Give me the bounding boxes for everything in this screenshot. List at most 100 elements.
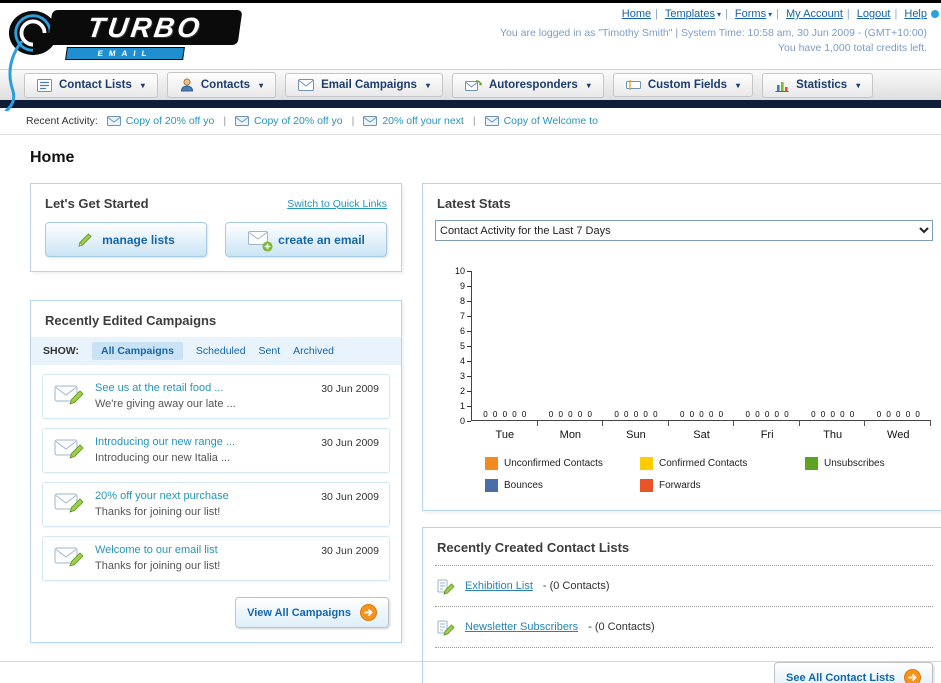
legend-swatch [485, 457, 498, 470]
recent-activity-label: Recent Activity: [26, 115, 98, 127]
y-axis-tick-label: 6 [460, 326, 471, 336]
get-started-title: Let's Get Started [45, 196, 149, 211]
campaign-list-item[interactable]: Welcome to our email list Thanks for joi… [42, 536, 390, 581]
edit-list-icon [437, 579, 455, 595]
logo-title: TURBO [85, 12, 205, 43]
top-link-my-account[interactable]: My Account [786, 8, 843, 20]
plus-icon [262, 240, 273, 252]
nav-tab-email-campaigns[interactable]: Email Campaigns ▾ [285, 73, 443, 97]
nav-tab-custom-fields[interactable]: Custom Fields ▾ [612, 73, 754, 97]
nav-tab-label: Custom Fields [647, 79, 728, 91]
campaign-title-link[interactable]: See us at the retail food ... [95, 382, 236, 394]
recent-activity-link[interactable]: Copy of Welcome to [504, 115, 598, 127]
nav-tab-contact-lists[interactable]: Contact Lists ▾ [24, 72, 158, 98]
contact-list-link[interactable]: Exhibition List [465, 580, 533, 592]
y-axis-tick-label: 7 [460, 311, 471, 321]
tab-archived[interactable]: Archived [293, 345, 334, 357]
edit-email-icon [54, 547, 84, 567]
right-column: Latest Stats Contact Activity for the La… [422, 183, 941, 683]
chart-day-group: 0 0 0 0 0 Tue [472, 271, 538, 441]
contact-list-item[interactable]: Newsletter Subscribers - (0 Contacts) [435, 607, 933, 648]
chevron-down-icon: ▾ [736, 80, 741, 90]
recent-activity-item[interactable]: Copy of 20% off yo [106, 115, 215, 127]
see-all-contact-lists-button[interactable]: See All Contact Lists [773, 662, 933, 683]
chart-plot-area: 0 0 0 0 0 Tue 0 0 0 0 0 Mon 0 0 0 0 0 Sun 0 0 … [471, 271, 931, 441]
nav-tab-label: Contact Lists [59, 79, 132, 91]
recent-activity-item[interactable]: Copy of 20% off yo [235, 115, 343, 127]
legend-item: Forwards [640, 479, 805, 492]
stats-filter-select[interactable]: Contact Activity for the Last 7 Days [435, 220, 933, 241]
contact-lists-panel-title: Recently Created Contact Lists [435, 528, 933, 566]
statistics-icon [775, 81, 789, 92]
recent-activity-link[interactable]: 20% off your next [382, 115, 464, 127]
recent-activity-item[interactable]: Copy of Welcome to [484, 115, 598, 127]
chart-legend: Unconfirmed Contacts Confirmed Contacts Un… [485, 457, 941, 492]
envelope-icon [235, 116, 250, 126]
recent-activity-link[interactable]: Copy of 20% off yo [254, 115, 343, 127]
custom-fields-icon [625, 80, 641, 90]
tab-scheduled[interactable]: Scheduled [196, 345, 246, 357]
edit-list-icon [437, 620, 455, 636]
x-axis-label: Tue [495, 429, 515, 441]
recent-activity-link[interactable]: Copy of 20% off yo [126, 115, 215, 127]
campaign-date: 30 Jun 2009 [321, 491, 379, 503]
legend-swatch [640, 479, 653, 492]
legend-label: Unsubscribes [824, 458, 885, 469]
app-window: TURBO EMAIL Home | Templates ▾ | Forms ▾ | My… [0, 0, 941, 683]
chevron-down-icon: ▾ [425, 80, 430, 90]
campaign-title-link[interactable]: 20% off your next purchase [95, 490, 229, 502]
nav-tab-label: Contacts [200, 79, 251, 91]
view-all-campaigns-button[interactable]: View All Campaigns [235, 597, 389, 628]
top-link-forms[interactable]: Forms [735, 8, 766, 20]
recently-created-contact-lists-panel: Recently Created Contact Lists Exhibitio… [422, 527, 941, 683]
edit-email-icon [54, 439, 84, 459]
campaign-title-link[interactable]: Welcome to our email list [95, 544, 220, 556]
x-axis-label: Wed [887, 429, 910, 441]
y-axis-tick-label: 1 [460, 401, 471, 411]
legend-item: Confirmed Contacts [640, 457, 805, 470]
y-axis-tick-label: 8 [460, 296, 471, 306]
pencil-icon [78, 232, 92, 247]
contact-activity-chart: 10 9 8 7 6 5 4 3 2 1 0 0 0 0 0 0 Tue 0 0 0 0 0 Mon 0 0… [451, 266, 931, 441]
see-all-contact-lists-label: See All Contact Lists [785, 671, 895, 683]
nav-tab-autoresponders[interactable]: Autoresponders ▾ [451, 72, 604, 98]
email-campaigns-icon [298, 79, 315, 91]
logo-subtitle: EMAIL [96, 49, 154, 58]
show-label: SHOW: [43, 345, 79, 357]
campaign-list-item[interactable]: 20% off your next purchase Thanks for jo… [42, 482, 390, 527]
nav-tab-statistics[interactable]: Statistics ▾ [762, 72, 874, 98]
chart-value-labels: 0 0 0 0 0 [876, 410, 920, 419]
tab-sent[interactable]: Sent [259, 345, 281, 357]
legend-item: Unsubscribes [805, 457, 941, 470]
chart-value-labels: 0 0 0 0 0 [614, 410, 658, 419]
envelope-icon [106, 116, 121, 126]
nav-tab-label: Autoresponders [488, 79, 578, 91]
chart-day-group: 0 0 0 0 0 Fri [734, 271, 800, 441]
create-an-email-button[interactable]: create an email [225, 222, 387, 257]
campaign-date: 30 Jun 2009 [321, 545, 379, 557]
nav-tab-contacts[interactable]: Contacts ▾ [166, 72, 277, 98]
recent-activity-item[interactable]: 20% off your next [363, 115, 464, 127]
switch-to-quick-links-link[interactable]: Switch to Quick Links [287, 198, 387, 210]
campaign-title-link[interactable]: Introducing our new range ... [95, 436, 235, 448]
contact-list-count: - (0 Contacts) [588, 621, 655, 633]
main-content: Home Let's Get Started Switch to Quick L… [0, 135, 941, 683]
tab-all-campaigns[interactable]: All Campaigns [91, 342, 183, 360]
recently-edited-campaigns-panel: Recently Edited Campaigns SHOW: All Camp… [30, 300, 402, 643]
top-link-logout[interactable]: Logout [857, 8, 891, 20]
contact-list-item[interactable]: Exhibition List - (0 Contacts) [435, 566, 933, 607]
chart-day-group: 0 0 0 0 0 Wed [865, 271, 931, 441]
campaign-subtitle: Thanks for joining our list! [95, 560, 221, 572]
chart-value-labels: 0 0 0 0 0 [548, 410, 592, 419]
x-axis-label: Sat [693, 429, 710, 441]
top-link-help[interactable]: Help [904, 8, 927, 20]
manage-lists-button[interactable]: manage lists [45, 222, 207, 257]
legend-label: Forwards [659, 480, 701, 491]
top-link-templates[interactable]: Templates [665, 8, 715, 20]
campaign-list-item[interactable]: Introducing our new range ... Introducin… [42, 428, 390, 473]
top-link-home[interactable]: Home [622, 8, 651, 20]
campaign-subtitle: We're giving away our late ... [95, 398, 236, 410]
contact-list-link[interactable]: Newsletter Subscribers [465, 621, 578, 633]
campaign-list-item[interactable]: See us at the retail food ... We're givi… [42, 374, 390, 419]
corner-dot-decoration [931, 10, 939, 18]
